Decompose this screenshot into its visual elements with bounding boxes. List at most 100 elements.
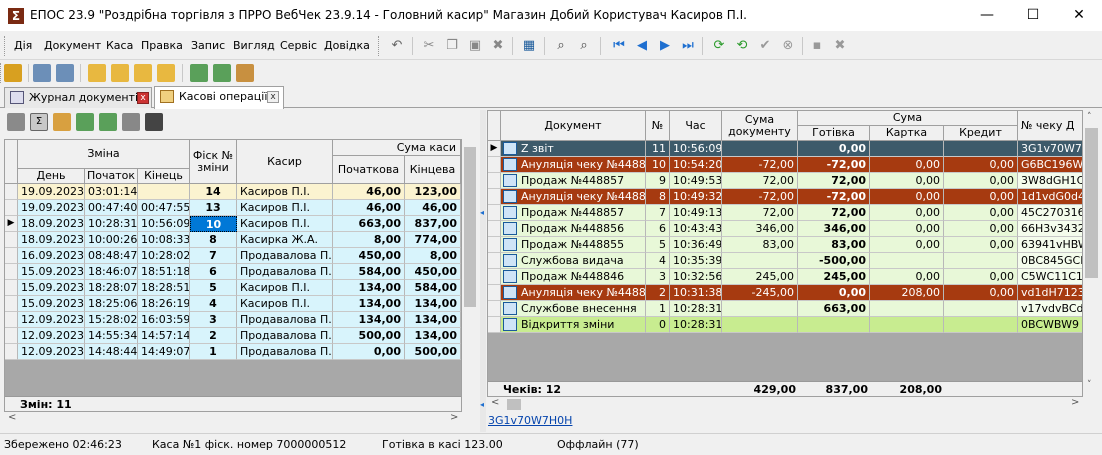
table-cell[interactable]: 11 (646, 141, 670, 157)
table-cell[interactable]: 346,00 (722, 221, 798, 237)
table-row[interactable]: 15.09.2023 18:46:07 18:51:18 6 Продавалова П… (5, 264, 461, 280)
table-cell[interactable]: 8,00 (333, 232, 405, 248)
scroll-thumb[interactable] (1085, 128, 1098, 278)
table-cell[interactable]: Продаж №448846 (501, 269, 646, 285)
exit-icon[interactable] (4, 64, 22, 82)
calendar-icon[interactable]: ▦ (518, 35, 540, 57)
money-add-icon[interactable] (76, 113, 94, 131)
table-cell[interactable]: Продавалова П.С. (237, 328, 333, 344)
scroll-left-icon[interactable]: < (8, 412, 16, 423)
table-cell[interactable]: 19.09.2023 (18, 184, 85, 200)
row-indicator[interactable] (5, 248, 18, 264)
table-cell[interactable]: 10 (646, 157, 670, 173)
table-cell[interactable]: 18:51:18 (138, 264, 190, 280)
table-cell[interactable]: -245,00 (722, 285, 798, 301)
scroll-left-icon[interactable]: < (491, 397, 499, 408)
table-cell[interactable]: 15.09.2023 (18, 296, 85, 312)
docs-vscroll[interactable]: ˄ ˅ (1083, 110, 1100, 397)
copy-icon[interactable]: ❐ (441, 35, 463, 57)
menu-help[interactable]: Довідка (320, 32, 374, 60)
table-cell[interactable]: Ануляція чеку №448857 (501, 157, 646, 173)
table-cell[interactable]: 245,00 (798, 269, 870, 285)
table-cell[interactable]: 10:54:20 (670, 157, 722, 173)
table-cell[interactable]: C5WC11C10 (1018, 269, 1082, 285)
table-cell[interactable]: Касирка Ж.А. (237, 232, 333, 248)
table-cell[interactable]: 0,00 (870, 205, 944, 221)
table-cell[interactable] (798, 317, 870, 333)
table-cell[interactable] (722, 253, 798, 269)
table-cell[interactable]: 0,00 (870, 221, 944, 237)
scroll-thumb[interactable] (507, 399, 521, 410)
scroll-up-icon[interactable]: ˄ (1087, 112, 1092, 122)
table-cell[interactable]: 18:26:19 (138, 296, 190, 312)
table-cell[interactable]: Продавалова П.С. (237, 312, 333, 328)
scroll-right-icon[interactable]: > (450, 412, 458, 423)
header-cashier[interactable]: Касир (237, 140, 333, 184)
table-cell[interactable]: 10:28:31 (85, 216, 138, 232)
table-cell[interactable]: 03:01:14 (85, 184, 138, 200)
table-cell[interactable]: 837,00 (405, 216, 461, 232)
table-cell[interactable]: 134,00 (405, 312, 461, 328)
table-cell[interactable]: 00:47:55 (138, 200, 190, 216)
table-cell[interactable]: -500,00 (798, 253, 870, 269)
table-cell[interactable]: 46,00 (405, 200, 461, 216)
tab-cash-operations[interactable]: Касові операції x (154, 86, 284, 109)
table-cell[interactable]: 15.09.2023 (18, 264, 85, 280)
table-cell[interactable]: -72,00 (798, 189, 870, 205)
confirm-icon[interactable]: ✔ (754, 35, 776, 57)
row-indicator[interactable] (5, 184, 18, 200)
header-cash[interactable]: Готівка (798, 126, 870, 141)
table-cell[interactable]: 584,00 (405, 280, 461, 296)
table-cell[interactable]: 10:32:56 (670, 269, 722, 285)
menu-action[interactable]: Дія (10, 32, 36, 60)
row-indicator[interactable] (488, 269, 501, 285)
scroll-right-icon[interactable]: > (1071, 397, 1079, 408)
maximize-button[interactable]: ☐ (1010, 0, 1056, 31)
table-row[interactable]: 15.09.2023 18:28:07 18:28:51 5 Касиров П.І. 1… (5, 280, 461, 296)
table-cell[interactable]: 663,00 (798, 301, 870, 317)
menu-document[interactable]: Документ (40, 32, 105, 60)
fiscal-number-link[interactable]: 3G1v70W7H0H (488, 414, 572, 427)
table-row[interactable]: ▶ Z звіт 1110:56:09 0,00 3G1v70W7H (488, 141, 1082, 157)
table-row[interactable]: 12.09.2023 14:55:34 14:57:14 2 Продавалова П… (5, 328, 461, 344)
table-cell[interactable]: 10:56:09 (670, 141, 722, 157)
table-cell[interactable]: Z звіт (501, 141, 646, 157)
header-day[interactable]: День (18, 169, 85, 184)
find-next-icon[interactable]: ⌕ (573, 35, 595, 57)
table-cell[interactable]: 3 (646, 269, 670, 285)
table-row[interactable]: Продаж №448846 3 10:32:56 245,00 245,00 0,00 0… (488, 269, 1082, 285)
table-cell[interactable]: 08:48:47 (85, 248, 138, 264)
tab-documents-journal[interactable]: Журнал документів x (4, 87, 152, 108)
table-cell[interactable]: 0,00 (944, 221, 1018, 237)
table-row[interactable]: 12.09.2023 14:48:44 14:49:07 1 Продавалова П… (5, 344, 461, 360)
row-indicator[interactable] (488, 301, 501, 317)
table-cell[interactable]: 2 (190, 328, 237, 344)
row-indicator[interactable] (488, 173, 501, 189)
header-sum-start[interactable]: Початкова (333, 156, 405, 184)
scroll-thumb[interactable] (464, 147, 476, 307)
table-cell[interactable]: 18:25:06 (85, 296, 138, 312)
table-cell[interactable]: 0,00 (870, 189, 944, 205)
row-indicator[interactable] (488, 221, 501, 237)
table-cell[interactable]: Службова видача (501, 253, 646, 269)
table-cell[interactable]: 45C270316 (1018, 205, 1082, 221)
table-cell[interactable]: 6 (190, 264, 237, 280)
table-cell[interactable]: Продаж №448857 (501, 173, 646, 189)
table-row[interactable]: Продаж №448855 5 10:36:49 83,00 83,00 0,00 0,0… (488, 237, 1082, 253)
header-num[interactable]: № (646, 111, 670, 141)
table-cell[interactable]: 10 (190, 216, 237, 232)
save-icon[interactable]: ▪ (806, 35, 828, 57)
table-cell[interactable]: 4 (190, 296, 237, 312)
table-cell[interactable]: 7 (190, 248, 237, 264)
money-add-icon[interactable] (190, 64, 208, 82)
table-cell[interactable]: 14:55:34 (85, 328, 138, 344)
delete-icon[interactable]: ✖ (487, 35, 509, 57)
table-cell[interactable]: 450,00 (333, 248, 405, 264)
table-cell[interactable] (944, 317, 1018, 333)
shifts-hscroll[interactable]: < > (4, 412, 478, 429)
header-start[interactable]: Початок (85, 169, 138, 184)
folder-icon[interactable] (88, 64, 106, 82)
table-cell[interactable]: 10:49:13 (670, 205, 722, 221)
table-cell[interactable]: 83,00 (722, 237, 798, 253)
table-cell[interactable]: 134,00 (333, 280, 405, 296)
